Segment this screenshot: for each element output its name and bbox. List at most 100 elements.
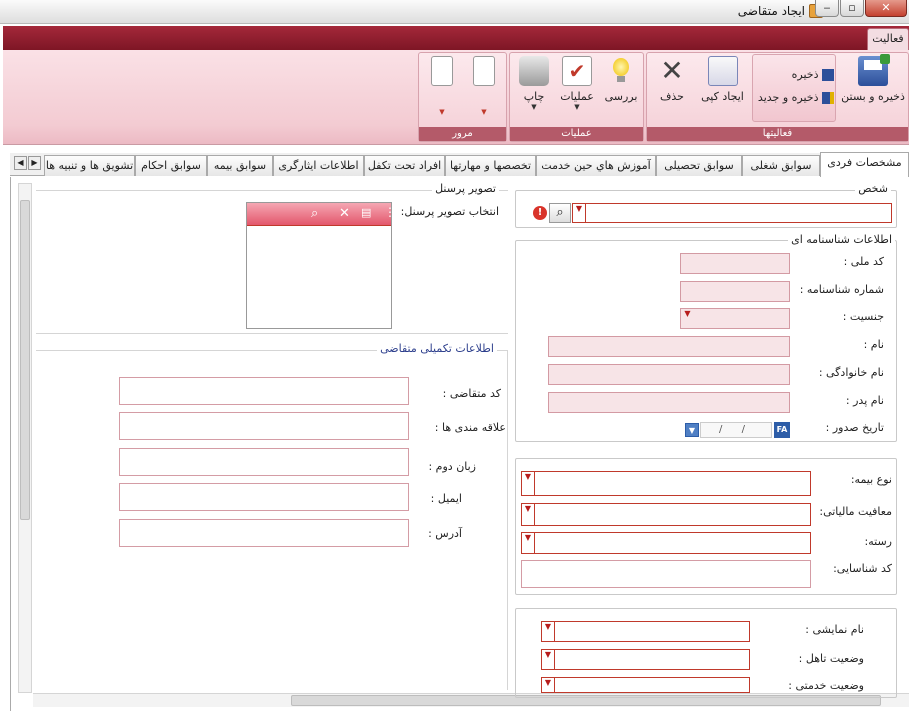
zoom-icon[interactable]: ⌕ <box>311 206 318 221</box>
gender-select[interactable]: ▼ <box>680 308 790 329</box>
chevron-down-icon: ▼ <box>574 103 580 111</box>
save-close-icon <box>858 54 890 86</box>
next-page-button[interactable]: ▼ <box>466 56 502 116</box>
delete-label: حذف <box>660 90 684 103</box>
person-legend: شخص <box>855 182 891 195</box>
insurance-type-label: نوع بیمه: <box>850 473 892 486</box>
first-name-field[interactable] <box>548 336 790 357</box>
photo-toolbar: ⌕ ✕ ▤ ⋮ <box>247 203 396 226</box>
chevron-down-icon[interactable]: ▼ <box>522 504 535 525</box>
tab-inservice-training[interactable]: آموزش هاي حين خدمت <box>536 155 656 176</box>
second-language-label: زبان دوم : <box>428 460 476 473</box>
category-select[interactable]: ▼ <box>521 532 811 554</box>
calendar-dropdown-icon[interactable]: ▼ <box>685 423 699 437</box>
issue-date-field[interactable]: / / <box>700 422 772 438</box>
save-label: ذخیره <box>791 68 819 81</box>
second-language-field[interactable] <box>119 448 409 476</box>
tab-skills[interactable]: تخصصها و مهارتها <box>445 155 536 176</box>
save-button[interactable]: ذخیره <box>786 68 834 81</box>
ribbon-group-label: مرور <box>419 127 506 141</box>
chevron-down-icon[interactable]: ▼ <box>522 533 535 553</box>
chevron-down-icon[interactable]: ▼ <box>573 204 586 222</box>
delete-icon[interactable]: ✕ <box>339 206 350 221</box>
tab-dependents[interactable]: افراد تحت تکفل <box>364 155 445 176</box>
ribbon-tab-activity[interactable]: فعالیت <box>867 28 909 50</box>
display-name-select[interactable]: ▼ <box>541 621 750 642</box>
marital-status-select[interactable]: ▼ <box>541 649 750 670</box>
save-icon <box>822 69 834 81</box>
applicant-code-field[interactable] <box>119 377 409 405</box>
minimize-button[interactable]: ‒ <box>815 0 839 17</box>
tax-exemption-select[interactable]: ▼ <box>521 503 811 526</box>
open-file-icon[interactable]: ▤ <box>361 206 371 219</box>
review-label: بررسی <box>604 90 638 103</box>
tab-decree-history[interactable]: سوابق احکام <box>135 155 207 176</box>
save-close-label: ذخیره و بستن <box>841 90 905 103</box>
tab-scroll-left-icon[interactable]: ◀ <box>14 156 27 170</box>
father-name-label: نام پدر : <box>845 394 884 407</box>
father-name-field[interactable] <box>548 392 790 413</box>
save-new-button[interactable]: ذخیره و جدید <box>754 91 834 104</box>
print-label: چاپ <box>523 90 545 103</box>
id-code-field[interactable] <box>521 560 811 588</box>
calendar-type-badge[interactable]: FA <box>774 422 790 438</box>
delete-button[interactable]: ✕ حذف <box>652 54 692 104</box>
save-close-button[interactable]: ذخیره و بستن <box>838 54 908 103</box>
interests-field[interactable] <box>119 412 409 440</box>
maximize-button[interactable]: ▫ <box>840 0 864 17</box>
email-field[interactable] <box>119 483 409 511</box>
review-button[interactable]: بررسی <box>600 56 642 103</box>
vertical-scrollbar[interactable] <box>18 183 32 693</box>
cert-number-label: شماره شناسنامه : <box>799 283 884 296</box>
chevron-down-icon: ▼ <box>531 103 537 111</box>
print-button[interactable]: چاپ ▼ <box>514 56 554 111</box>
person-select[interactable]: ▼ <box>572 203 892 223</box>
copy-icon <box>707 56 738 86</box>
first-name-label: نام : <box>863 338 884 351</box>
tab-insurance-history[interactable]: سوابق بیمه <box>207 155 273 176</box>
national-code-field[interactable] <box>680 253 790 274</box>
delete-icon: ✕ <box>660 54 684 87</box>
service-status-select[interactable]: ▼ <box>541 677 750 693</box>
email-label: ایمیل : <box>430 492 462 505</box>
document-icon <box>431 56 453 86</box>
error-icon: ! <box>533 206 547 220</box>
more-icon[interactable]: ⋮ <box>384 205 396 219</box>
tab-scroll-right-icon[interactable]: ▶ <box>28 156 41 170</box>
scroll-thumb[interactable] <box>20 200 30 520</box>
chevron-down-icon[interactable]: ▼ <box>542 622 555 641</box>
applicant-code-label: کد متقاضی : <box>442 387 501 400</box>
prev-page-button[interactable]: ▼ <box>424 56 460 116</box>
tab-job-history[interactable]: سوابق شغلی <box>742 155 820 176</box>
chevron-down-icon[interactable]: ▼ <box>542 650 555 669</box>
search-icon[interactable]: ⌕ <box>549 203 571 223</box>
address-field[interactable] <box>119 519 409 547</box>
tab-personal-info[interactable]: مشخصات فردی <box>820 152 909 177</box>
save-button-group <box>752 54 836 122</box>
close-button[interactable]: ✕ <box>865 0 907 17</box>
window-title: ایجاد متقاضی <box>737 4 805 18</box>
birth-cert-legend: اطلاعات شناسنامه ای <box>788 233 895 246</box>
cert-number-field[interactable] <box>680 281 790 302</box>
chevron-down-icon[interactable]: ▼ <box>522 472 535 495</box>
tab-education-history[interactable]: سوابق تحصیلی <box>656 155 742 176</box>
display-name-label: نام نمایشی : <box>805 623 864 636</box>
tab-veteran-info[interactable]: اطلاعات ایثارگری <box>273 155 364 176</box>
id-code-label: کد شناسایی: <box>833 562 892 575</box>
chevron-down-icon[interactable]: ▼ <box>542 678 555 692</box>
category-label: رسته: <box>864 535 892 548</box>
copy-button[interactable]: ایجاد کپی <box>695 56 750 103</box>
ribbon-group-label: عملیات <box>510 127 643 141</box>
chevron-down-icon[interactable]: ▼ <box>681 309 694 328</box>
photo-box[interactable]: ⌕ ✕ ▤ ⋮ <box>246 202 396 329</box>
issue-date-label: تاریخ صدور : <box>825 421 884 434</box>
document-icon <box>473 56 495 86</box>
marital-status-label: وضعیت تاهل : <box>798 652 864 665</box>
interests-label: علاقه مندی ها : <box>434 421 506 434</box>
chevron-down-icon: ▼ <box>481 108 487 116</box>
last-name-field[interactable] <box>548 364 790 385</box>
insurance-type-select[interactable]: ▼ <box>521 471 811 496</box>
tab-rewards-penalties[interactable]: تشویق ها و تنبیه ها <box>44 155 135 176</box>
extra-info-legend: اطلاعات تکمیلی متقاضی <box>377 342 497 355</box>
operations-button[interactable]: ✔ عملیات ▼ <box>557 56 597 111</box>
